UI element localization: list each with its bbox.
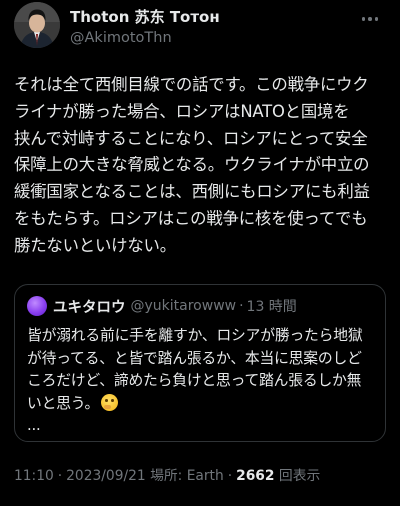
avatar[interactable] xyxy=(14,2,60,48)
quote-header: ユキタロウ @yukitarowww · 13 時間 xyxy=(27,295,297,317)
quote-timestamp[interactable]: 13 時間 xyxy=(247,296,297,316)
more-dot xyxy=(368,17,372,21)
meta-separator: · xyxy=(227,468,233,484)
quote-avatar[interactable] xyxy=(27,296,47,316)
tweet-text-line: 緩衝国家となることは、西側にもロシアにも利益 xyxy=(14,182,370,202)
tweet: Thoton 苏东 Тотон @AkimotoThn それは全て西側目線での話… xyxy=(0,0,400,506)
quote-text-line: ころだけど、諦めたら負けと思って踏ん張るしか無 xyxy=(27,372,362,389)
quote-display-name[interactable]: ユキタロウ xyxy=(53,296,126,317)
quote-handle[interactable]: @yukitarowww xyxy=(131,298,237,314)
views-count: 2662 xyxy=(236,468,275,484)
avatar-image xyxy=(14,2,60,48)
views-label: 回表示 xyxy=(278,468,321,484)
quote-text-line: が待ってる、と皆で踏ん張るか、本当に思案のしど xyxy=(27,349,362,367)
tweet-meta: 11:10 · 2023/09/21 場所: Earth · 2662 回表示 xyxy=(14,466,320,486)
tweet-text-line: をもたらす。ロシアはこの戦争に核を使ってでも xyxy=(14,208,368,228)
more-dot xyxy=(374,17,379,21)
tweet-header: Thoton 苏东 Тотон @AkimotoThn xyxy=(14,2,386,56)
author-info: Thoton 苏东 Тотон @AkimotoThn xyxy=(70,8,220,48)
quote-separator: · xyxy=(239,298,244,314)
quote-tweet-card[interactable]: ユキタロウ @yukitarowww · 13 時間 皆が溺れる前に手を離すか、… xyxy=(14,284,386,442)
tweet-text: それは全て西側目線での話です。この戦争にウク ライナが勝った場合、ロシアはNAT… xyxy=(14,72,390,260)
quote-text-ellipsis: ... xyxy=(27,417,41,434)
tweet-time[interactable]: 11:10 xyxy=(14,468,54,484)
tweet-text-line: 挟んで対峙することになり、ロシアにとって安全 xyxy=(14,128,368,148)
tweet-date[interactable]: 2023/09/21 xyxy=(66,468,146,484)
more-button[interactable] xyxy=(356,8,384,30)
author-display-name[interactable]: Thoton 苏东 Тотон xyxy=(70,8,220,26)
quote-text: 皆が溺れる前に手を離すか、ロシアが勝ったら地獄 が待ってる、と皆で踏ん張るか、本… xyxy=(27,325,379,438)
tweet-text-line: それは全て西側目線での話です。この戦争にウク xyxy=(14,75,369,94)
quote-text-line: いと思う。 xyxy=(27,394,100,412)
author-handle[interactable]: @AkimotoThn xyxy=(70,28,220,48)
thinking-face-icon xyxy=(101,393,119,411)
more-dot xyxy=(361,17,366,21)
quote-text-line: 皆が溺れる前に手を離すか、ロシアが勝ったら地獄 xyxy=(27,327,363,344)
quote-text-line-with-emoji: いと思う。 xyxy=(27,393,379,416)
tweet-location: 場所: Earth xyxy=(150,468,224,484)
tweet-text-line: 勝たないといけない。 xyxy=(14,235,176,255)
meta-separator: · xyxy=(57,468,63,484)
tweet-text-line: 保障上の大きな脅威となる。ウクライナが中立の xyxy=(14,155,370,175)
tweet-text-line: ライナが勝った場合、ロシアはNATOと国境を xyxy=(14,101,350,121)
